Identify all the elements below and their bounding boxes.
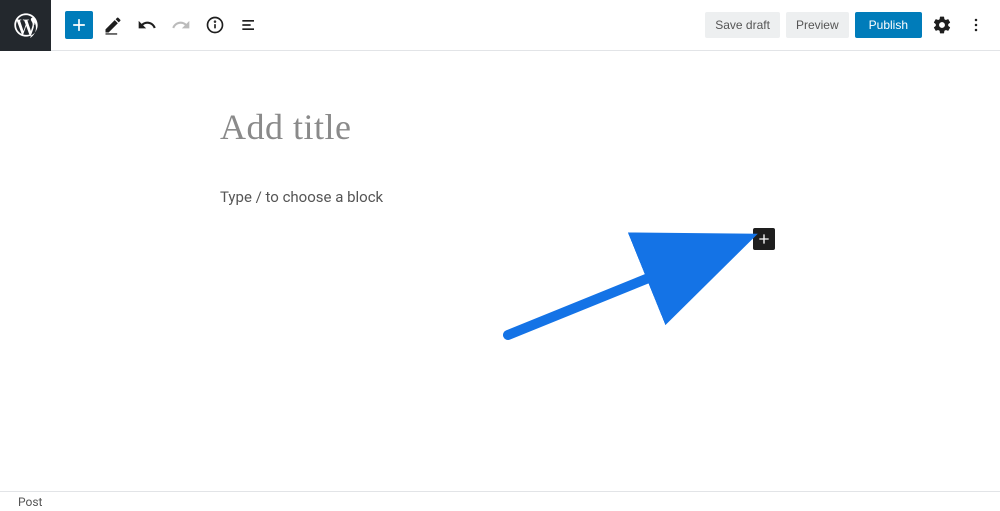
undo-icon bbox=[137, 15, 157, 35]
breadcrumb-item[interactable]: Post bbox=[18, 495, 42, 509]
default-block-placeholder[interactable]: Type / to choose a block bbox=[220, 188, 780, 206]
toolbar-right: Save draft Preview Publish bbox=[705, 11, 1000, 39]
tools-button[interactable] bbox=[99, 11, 127, 39]
plus-icon bbox=[69, 15, 89, 35]
editor-inner: Type / to choose a block bbox=[220, 106, 780, 206]
pencil-icon bbox=[103, 15, 123, 35]
editor-canvas: Type / to choose a block bbox=[0, 51, 1000, 206]
details-button[interactable] bbox=[201, 11, 229, 39]
settings-button[interactable] bbox=[928, 11, 956, 39]
toggle-block-inserter-button[interactable] bbox=[65, 11, 93, 39]
block-breadcrumb-bar: Post bbox=[0, 491, 1000, 511]
wordpress-logo[interactable] bbox=[0, 0, 51, 51]
outline-icon bbox=[239, 15, 259, 35]
redo-icon bbox=[171, 15, 191, 35]
plus-icon bbox=[756, 231, 772, 247]
more-vertical-icon bbox=[966, 15, 986, 35]
gear-icon bbox=[932, 15, 952, 35]
annotation-arrow bbox=[500, 230, 760, 350]
post-title-input[interactable] bbox=[220, 106, 780, 148]
more-options-button[interactable] bbox=[962, 11, 990, 39]
redo-button bbox=[167, 11, 195, 39]
top-toolbar: Save draft Preview Publish bbox=[0, 0, 1000, 51]
preview-button[interactable]: Preview bbox=[786, 12, 849, 38]
inline-block-inserter-button[interactable] bbox=[753, 228, 775, 250]
toolbar-left bbox=[51, 11, 263, 39]
wordpress-logo-icon bbox=[12, 11, 40, 39]
save-draft-button[interactable]: Save draft bbox=[705, 12, 780, 38]
info-icon bbox=[205, 15, 225, 35]
undo-button[interactable] bbox=[133, 11, 161, 39]
outline-button[interactable] bbox=[235, 11, 263, 39]
publish-button[interactable]: Publish bbox=[855, 12, 922, 38]
